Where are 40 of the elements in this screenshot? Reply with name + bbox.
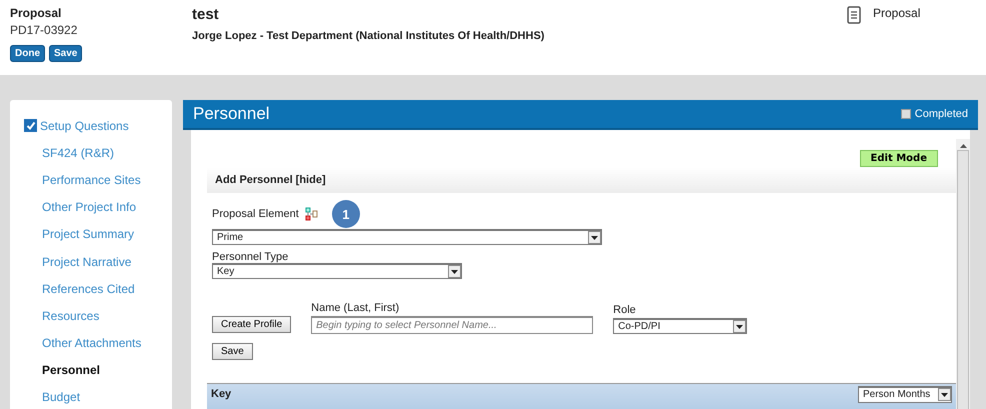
field-label: Name (Last, First): [311, 303, 400, 314]
hierarchy-icon[interactable]: [304, 207, 318, 221]
name-field[interactable]: Begin typing to select Personnel Name...: [311, 316, 594, 334]
field-label: Proposal Element: [212, 208, 299, 220]
sidebar-item[interactable]: Other Project Info: [24, 200, 136, 214]
proposal-element-select[interactable]: Prime: [212, 229, 602, 245]
table-title: Key: [211, 388, 232, 400]
sidebar-item[interactable]: Resources: [24, 308, 100, 323]
header-button[interactable]: Save: [49, 45, 82, 62]
edit-mode-button[interactable]: Edit Mode: [860, 150, 938, 167]
scrollbar[interactable]: [956, 139, 970, 409]
sidebar-item[interactable]: Project Narrative: [24, 254, 132, 269]
field-label: Role: [613, 305, 637, 316]
document-link[interactable]: Proposal: [873, 6, 920, 20]
units-select[interactable]: Person Months: [858, 386, 952, 402]
save-button[interactable]: Save: [212, 343, 253, 360]
sidebar-item[interactable]: Other Attachments: [24, 336, 142, 350]
proposal-number: PD17-03922: [10, 23, 78, 37]
step-badge: 1: [332, 200, 360, 228]
sidebar-item[interactable]: SF424 (R&R): [24, 146, 114, 160]
sidebar-item[interactable]: Personnel: [24, 363, 100, 378]
personnel-type-select[interactable]: Key: [212, 263, 462, 279]
completed-checkbox[interactable]: [900, 109, 911, 119]
checkbox[interactable]: [24, 119, 37, 132]
field-label: Personnel Type: [212, 252, 290, 263]
scroll-up-icon[interactable]: [960, 144, 966, 148]
sidebar-item[interactable]: References Cited: [24, 282, 135, 296]
sidebar-item[interactable]: Project Summary: [24, 227, 134, 242]
sidebar-item[interactable]: Budget: [24, 390, 80, 404]
completed-label: Completed: [914, 108, 968, 120]
role-select[interactable]: Co-PD/PI: [613, 318, 748, 334]
create-profile-button[interactable]: Create Profile: [212, 316, 292, 333]
proposal-title: test: [192, 6, 220, 23]
document-icon[interactable]: [847, 6, 861, 24]
record-type: Proposal: [10, 6, 62, 20]
sidebar-item[interactable]: Performance Sites: [24, 172, 141, 187]
header-button[interactable]: Done: [10, 45, 45, 62]
proposal-subtitle: Jorge Lopez - Test Department (National Institutes Of Health/DHHS): [192, 30, 546, 42]
panel-title: Personnel: [193, 104, 270, 124]
sidebar-item[interactable]: Setup Questions: [37, 118, 129, 133]
